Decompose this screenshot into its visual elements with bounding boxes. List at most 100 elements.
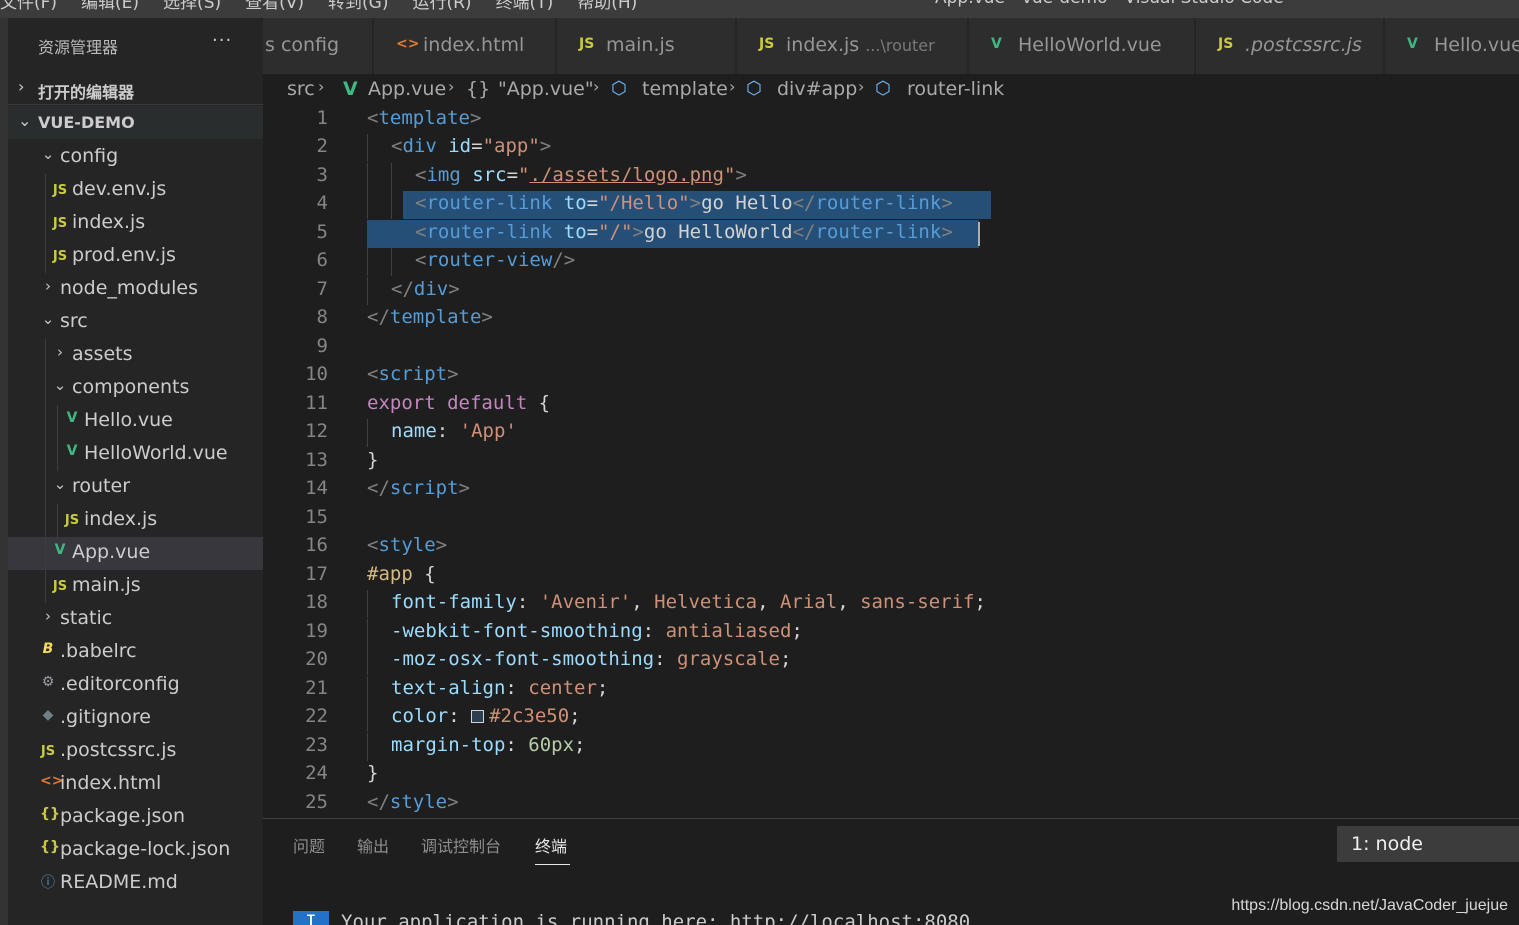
file-item[interactable]: JS .postcssrc.js: [8, 735, 263, 768]
file-item[interactable]: JS index.js: [8, 504, 263, 537]
tree-item-label: src: [60, 310, 88, 332]
menu-view[interactable]: 查看(V): [245, 0, 304, 13]
code-line[interactable]: 6 <router-view/>: [263, 248, 1519, 276]
code-line[interactable]: 14 </script>: [263, 476, 1519, 504]
menu-edit[interactable]: 编辑(E): [81, 0, 139, 13]
folder-item[interactable]: › assets: [8, 339, 263, 372]
editor-tab[interactable]: V Hello.vue: [1385, 18, 1519, 74]
file-item[interactable]: <> index.html: [8, 768, 263, 801]
code-line[interactable]: 7 </div>: [263, 277, 1519, 305]
code-line[interactable]: 15: [263, 505, 1519, 533]
breadcrumb-router-link[interactable]: router-link: [907, 78, 1004, 100]
file-item[interactable]: JS main.js: [8, 570, 263, 603]
code-editor[interactable]: 1 <template> 2 <div id="app"> 3 <img src…: [263, 106, 1519, 818]
line-number: 11: [305, 392, 328, 414]
tab-debug-console[interactable]: 调试控制台: [421, 833, 501, 857]
code-line[interactable]: 17 #app {: [263, 562, 1519, 590]
folder-item[interactable]: › node_modules: [8, 273, 263, 306]
tab-output[interactable]: 输出: [357, 833, 389, 857]
editor-tab[interactable]: s config: [263, 18, 373, 74]
menu-file[interactable]: 文件(F): [0, 0, 57, 13]
code-line[interactable]: 11 export default {: [263, 391, 1519, 419]
editor-tab[interactable]: V HelloWorld.vue: [969, 18, 1195, 74]
file-item[interactable]: V Hello.vue: [8, 405, 263, 438]
indent-guide: [45, 537, 46, 570]
code-line[interactable]: 22 color: #2c3e50;: [263, 704, 1519, 732]
file-item[interactable]: B .babelrc: [8, 636, 263, 669]
breadcrumb-template[interactable]: template: [642, 78, 728, 100]
code-line[interactable]: 18 font-family: 'Avenir', Helvetica, Ari…: [263, 590, 1519, 618]
code-line[interactable]: 5 <router-link to="/">go HelloWorld</rou…: [263, 220, 1519, 248]
tab-terminal[interactable]: 终端: [535, 833, 567, 857]
code-token: {: [424, 563, 436, 585]
project-section[interactable]: ⌄ VUE-DEMO: [8, 106, 263, 139]
file-item[interactable]: JS dev.env.js: [8, 174, 263, 207]
code-line[interactable]: 1 <template>: [263, 106, 1519, 134]
code-line[interactable]: 3 <img src="./assets/logo.png">: [263, 163, 1519, 191]
breadcrumb-src[interactable]: src: [287, 78, 315, 100]
file-item[interactable]: V HelloWorld.vue: [8, 438, 263, 471]
more-actions-icon[interactable]: ···: [212, 30, 232, 51]
tab-problems[interactable]: 问题: [293, 833, 325, 857]
file-item[interactable]: V App.vue: [8, 537, 263, 570]
editor-tab[interactable]: JS .postcssrc.js: [1196, 18, 1384, 74]
breadcrumb-file[interactable]: App.vue: [368, 78, 446, 100]
menu-go[interactable]: 转到(G): [328, 0, 388, 13]
tree-item-label: assets: [72, 343, 133, 365]
folder-item[interactable]: ⌄ config: [8, 141, 263, 174]
explorer-header: 资源管理器 ···: [8, 18, 263, 72]
code-token: template: [378, 107, 470, 129]
code-line[interactable]: 24 }: [263, 761, 1519, 789]
code-token: }: [367, 449, 379, 471]
code-line[interactable]: 12 name: 'App': [263, 419, 1519, 447]
code-line[interactable]: 4 <router-link to="/Hello">go Hello</rou…: [263, 191, 1519, 219]
code-token: style: [378, 534, 436, 556]
code-line[interactable]: 10 <script>: [263, 362, 1519, 390]
code-token: #2c3e50: [489, 705, 570, 727]
breadcrumb-module[interactable]: "App.vue": [498, 78, 594, 100]
code-line[interactable]: 2 <div id="app">: [263, 134, 1519, 162]
editor-tab[interactable]: <> index.html: [374, 18, 556, 74]
menu-terminal[interactable]: 终端(T): [496, 0, 554, 13]
code-token: router-link: [815, 221, 942, 243]
file-item[interactable]: {} package.json: [8, 801, 263, 834]
code-line[interactable]: 13 }: [263, 448, 1519, 476]
menu-selection[interactable]: 选择(S): [163, 0, 221, 13]
color-swatch[interactable]: [471, 710, 485, 723]
file-item[interactable]: ◆ .gitignore: [8, 702, 263, 735]
activity-bar: [0, 18, 8, 925]
breadcrumb: src › V App.vue › {} "App.vue" › ⬡ templ…: [263, 74, 1519, 106]
folder-item[interactable]: ⌄ src: [8, 306, 263, 339]
terminal-select[interactable]: 1: node: [1337, 826, 1519, 862]
code-line[interactable]: 23 margin-top: 60px;: [263, 733, 1519, 761]
file-item[interactable]: ⚙ .editorconfig: [8, 669, 263, 702]
code-token: router-link: [426, 192, 553, 214]
editor-tab[interactable]: JS index.js ...\router: [737, 18, 968, 74]
menu-help[interactable]: 帮助(H): [577, 0, 637, 13]
code-line[interactable]: 16 <style>: [263, 533, 1519, 561]
watermark: https://blog.csdn.net/JavaCoder_juejue: [1231, 897, 1508, 914]
tree-item-label: index.js: [84, 508, 158, 530]
code-line[interactable]: 8 </template>: [263, 305, 1519, 333]
open-editors-section[interactable]: › 打开的编辑器: [8, 72, 263, 105]
file-item[interactable]: ⓘ README.md: [8, 867, 263, 900]
folder-item[interactable]: ⌄ components: [8, 372, 263, 405]
code-token: 'App': [459, 420, 517, 442]
code-link[interactable]: ./assets/logo.png: [529, 164, 723, 186]
file-item[interactable]: JS prod.env.js: [8, 240, 263, 273]
folder-item[interactable]: › static: [8, 603, 263, 636]
file-item[interactable]: {} package-lock.json: [8, 834, 263, 867]
line-number: 13: [305, 449, 328, 471]
js-icon: JS: [579, 36, 595, 52]
code-line[interactable]: 21 text-align: center;: [263, 676, 1519, 704]
menu-run[interactable]: 运行(R): [412, 0, 471, 13]
file-item[interactable]: JS index.js: [8, 207, 263, 240]
code-line[interactable]: 19 -webkit-font-smoothing: antialiased;: [263, 619, 1519, 647]
folder-item[interactable]: ⌄ router: [8, 471, 263, 504]
code-line[interactable]: 25 </style>: [263, 790, 1519, 818]
editor-tab[interactable]: JS main.js: [557, 18, 736, 74]
tab-title: Hello.vue: [1434, 34, 1519, 56]
code-line[interactable]: 20 -moz-osx-font-smoothing: grayscale;: [263, 647, 1519, 675]
code-line[interactable]: 9: [263, 334, 1519, 362]
breadcrumb-div[interactable]: div#app: [777, 78, 857, 100]
